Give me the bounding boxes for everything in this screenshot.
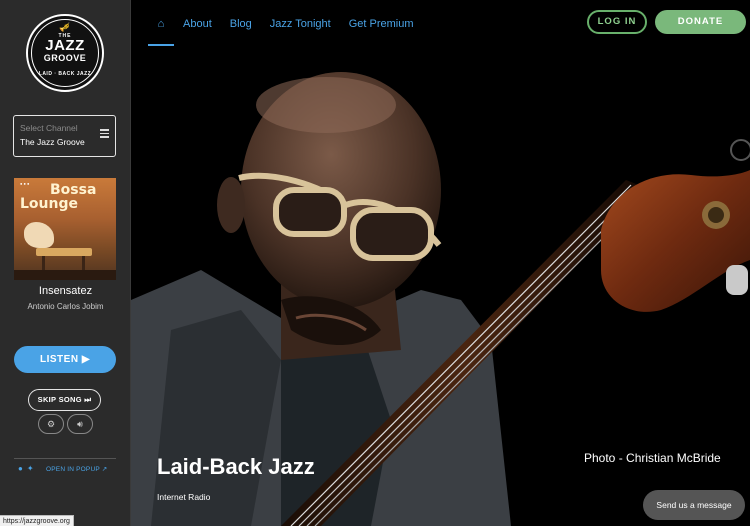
nav-item-get-premium[interactable]: Get Premium bbox=[340, 0, 423, 46]
open-in-popup-link[interactable]: OPEN IN POPUP ↗ bbox=[46, 465, 107, 473]
external-link-icon: ↗ bbox=[101, 466, 108, 473]
menu-icon bbox=[100, 129, 109, 138]
album-floor bbox=[14, 270, 116, 280]
logo-groove: GROOVE bbox=[43, 53, 87, 63]
social-links: ● ✦ bbox=[18, 464, 38, 473]
album-table bbox=[36, 248, 92, 256]
send-message-button[interactable]: Send us a message bbox=[643, 490, 745, 520]
nav-item-blog[interactable]: Blog bbox=[221, 0, 261, 46]
donate-button[interactable]: DONATE bbox=[655, 10, 746, 34]
skip-song-button[interactable]: SKIP SONG ⏭ bbox=[28, 389, 101, 411]
track-artist: Antonio Carlos Jobim bbox=[27, 302, 104, 311]
hero-subtitle: Internet Radio bbox=[157, 492, 211, 502]
channel-select[interactable]: Select Channel The Jazz Groove bbox=[13, 115, 116, 157]
trumpet-icon: 🎺 bbox=[59, 22, 71, 32]
logo-tagline: LAID · BACK JAZZ bbox=[38, 71, 92, 77]
channel-select-label: Select Channel bbox=[20, 123, 78, 133]
album-art: ● ● ● Bossa Lounge bbox=[14, 178, 116, 280]
jazz-groove-logo[interactable]: 🎺 THE JAZZ GROOVE LAID · BACK JAZZ bbox=[26, 14, 104, 92]
login-button[interactable]: LOG IN bbox=[587, 10, 647, 34]
facebook-icon[interactable]: ● bbox=[18, 464, 23, 473]
status-bar-url: https://jazzgroove.org bbox=[0, 515, 74, 526]
channel-select-value: The Jazz Groove bbox=[20, 137, 85, 147]
hero-photo bbox=[131, 72, 750, 526]
sidebar: 🎺 THE JAZZ GROOVE LAID · BACK JAZZ Selec… bbox=[0, 0, 131, 526]
volume-icon[interactable]: 🔊︎ bbox=[67, 414, 93, 434]
twitter-icon[interactable]: ✦ bbox=[27, 464, 34, 473]
open-in-popup-label: OPEN IN POPUP bbox=[46, 466, 100, 473]
logo-jazz: JAZZ bbox=[45, 37, 85, 54]
listen-button[interactable]: LISTEN ▶ bbox=[14, 346, 116, 373]
top-nav: ⌂ About Blog Jazz Tonight Get Premium bbox=[148, 0, 423, 46]
nav-item-jazz-tonight[interactable]: Jazz Tonight bbox=[261, 0, 340, 46]
hero-image bbox=[131, 0, 750, 526]
photo-credit: Photo - Christian McBride bbox=[584, 451, 721, 465]
album-figure bbox=[24, 222, 54, 248]
nav-item-about[interactable]: About bbox=[174, 0, 221, 46]
gear-icon[interactable]: ⚙ bbox=[38, 414, 64, 434]
album-small-text: ● ● ● bbox=[20, 181, 30, 186]
hero-title: Laid-Back Jazz bbox=[157, 454, 315, 479]
track-title: Insensatez bbox=[38, 285, 93, 297]
home-icon[interactable]: ⌂ bbox=[148, 0, 174, 46]
album-title-line2: Lounge bbox=[20, 196, 78, 212]
sidebar-divider bbox=[14, 458, 116, 459]
